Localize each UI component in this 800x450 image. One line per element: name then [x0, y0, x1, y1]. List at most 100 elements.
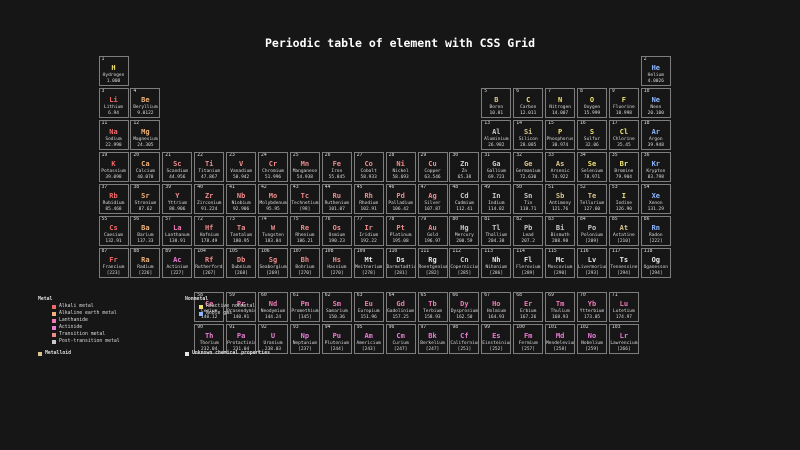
element-cell-rh[interactable]: 45 Rh Rhodium 102.91 — [353, 184, 384, 214]
element-cell-mn[interactable]: 25 Mn Manganese 54.938 — [289, 152, 320, 182]
element-cell-zn[interactable]: 30 Zn Zn 65.38 — [449, 152, 480, 182]
element-cell-ag[interactable]: 47 Ag Silver 107.87 — [417, 184, 448, 214]
element-cell-mg[interactable]: 12 Mg Magnesium 24.305 — [130, 120, 161, 150]
element-cell-ti[interactable]: 22 Ti Titanium 47.867 — [194, 152, 225, 182]
element-cell-sn[interactable]: 50 Sn Tin 118.71 — [513, 184, 544, 214]
element-cell-nb[interactable]: 41 Nb Niobium 92.906 — [226, 184, 257, 214]
element-cell-as[interactable]: 33 As Arsenic 74.922 — [545, 152, 576, 182]
element-cell-pt[interactable]: 78 Pt Platinum 195.08 — [385, 216, 416, 246]
element-cell-ca[interactable]: 20 Ca Calcium 40.078 — [130, 152, 161, 182]
element-cell-bi[interactable]: 83 Bi Bismuth 208.98 — [545, 216, 576, 246]
element-cell-cd[interactable]: 48 Cd Cadmium 112.41 — [449, 184, 480, 214]
element-cell-ds[interactable]: 110 DsDarmstadtium[281] — [385, 248, 416, 278]
element-cell-ra[interactable]: 88 Ra Radium [226] — [130, 248, 161, 278]
element-cell-cn[interactable]: 112 Cn Copernicium [285] — [449, 248, 480, 278]
element-cell-mo[interactable]: 42 Mo Molybdenum 95.95 — [258, 184, 288, 214]
element-cell-hg[interactable]: 80 Hg Mercury 200.59 — [449, 216, 480, 246]
element-cell-y[interactable]: 39 Y Yttrium 88.906 — [162, 184, 193, 214]
element-cell-be[interactable]: 4 Be Beryllium 9.0122 — [130, 88, 161, 118]
element-cell-ta[interactable]: 73 Ta Tantalum 180.95 — [226, 216, 257, 246]
element-cell-xe[interactable]: 54 Xe Xenon 131.29 — [640, 184, 671, 214]
element-cell-lr[interactable]: 103 Lr Lawrencium [266] — [608, 324, 639, 354]
element-cell-lu[interactable]: 71 Lu Lutetium 174.97 — [608, 292, 639, 322]
element-cell-te[interactable]: 52 Te Tellurium 127.60 — [577, 184, 607, 214]
element-cell-cf[interactable]: 98 Cf Californium [251] — [449, 324, 480, 354]
element-cell-v[interactable]: 23 V Vanadium 50.942 — [226, 152, 257, 182]
element-cell-fe[interactable]: 26 Fe Iron 55.845 — [321, 152, 352, 182]
element-cell-rn[interactable]: 86 Rn Radon [222] — [640, 216, 671, 246]
element-cell-at[interactable]: 85 At Astatine [210] — [608, 216, 639, 246]
element-cell-ts[interactable]: 117 Ts Tennessine [294] — [608, 248, 639, 278]
element-cell-ni[interactable]: 28 Ni Nickel 58.693 — [385, 152, 416, 182]
element-cell-po[interactable]: 84 Po Polonium [209] — [577, 216, 607, 246]
element-cell-fr[interactable]: 87 Fr Francium [223] — [98, 248, 129, 278]
element-cell-sb[interactable]: 51 Sb Antimony 121.76 — [545, 184, 576, 214]
element-cell-h[interactable]: 1 H Hydrogen 1.008 — [98, 56, 129, 86]
element-cell-he[interactable]: 2 He Helium 4.0026 — [640, 56, 671, 86]
element-cell-pm[interactable]: 61 Pm Promethium [145] — [289, 292, 320, 322]
element-cell-rf[interactable]: 104 RfRutherfordium[267] — [194, 248, 225, 278]
element-cell-o[interactable]: 8 O Oxygen 15.999 — [577, 88, 607, 118]
element-cell-mt[interactable]: 109 Mt Meitnerium [278] — [353, 248, 384, 278]
element-cell-au[interactable]: 79 Au Gold 196.97 — [417, 216, 448, 246]
element-cell-am[interactable]: 95 Am Americium [243] — [353, 324, 384, 354]
element-cell-np[interactable]: 93 Np Neptunium [237] — [289, 324, 320, 354]
element-cell-er[interactable]: 68 Er Erbium 167.26 — [513, 292, 544, 322]
element-cell-la[interactable]: 57 La Lanthanum 138.91 — [162, 216, 193, 246]
element-cell-cm[interactable]: 96 Cm Curium [247] — [385, 324, 416, 354]
element-cell-ne[interactable]: 10 Ne Neon 20.180 — [640, 88, 671, 118]
element-cell-w[interactable]: 74 W Tungsten 183.84 — [258, 216, 288, 246]
element-cell-zr[interactable]: 40 Zr Zirconium 91.224 — [194, 184, 225, 214]
element-cell-al[interactable]: 13 Al Aluminium 26.982 — [481, 120, 512, 150]
element-cell-bh[interactable]: 107 Bh Bohrium [270] — [289, 248, 320, 278]
element-cell-sg[interactable]: 106 Sg Seaborgium [269] — [258, 248, 288, 278]
element-cell-tm[interactable]: 69 Tm Thulium 168.93 — [545, 292, 576, 322]
element-cell-bk[interactable]: 97 Bk Berkelium [247] — [417, 324, 448, 354]
element-cell-eu[interactable]: 63 Eu Europium 151.96 — [353, 292, 384, 322]
element-cell-cs[interactable]: 55 Cs Caesium 132.91 — [98, 216, 129, 246]
element-cell-cu[interactable]: 29 Cu Copper 63.546 — [417, 152, 448, 182]
element-cell-pu[interactable]: 94 Pu Plutonium [244] — [321, 324, 352, 354]
element-cell-db[interactable]: 105 Db Dubnium [268] — [226, 248, 257, 278]
element-cell-kr[interactable]: 36 Kr Krypton 83.798 — [640, 152, 671, 182]
element-cell-tc[interactable]: 43 Tc Technetium [98] — [289, 184, 320, 214]
element-cell-ar[interactable]: 18 Ar Argon 39.948 — [640, 120, 671, 150]
element-cell-i[interactable]: 53 I Iodine 126.90 — [608, 184, 639, 214]
element-cell-ru[interactable]: 44 Ru Ruthenium 101.07 — [321, 184, 352, 214]
element-cell-hf[interactable]: 72 Hf Hafnium 178.49 — [194, 216, 225, 246]
element-cell-hs[interactable]: 108 Hs Hassium [270] — [321, 248, 352, 278]
element-cell-ac[interactable]: 89 Ac Actinium [227] — [162, 248, 193, 278]
element-cell-fl[interactable]: 114 Fl Flerovium [289] — [513, 248, 544, 278]
element-cell-ba[interactable]: 56 Ba Barium 137.33 — [130, 216, 161, 246]
element-cell-pb[interactable]: 82 Pb Lead 207.2 — [513, 216, 544, 246]
element-cell-rg[interactable]: 111 Rg Roentgenium [282] — [417, 248, 448, 278]
element-cell-b[interactable]: 5 B Boron 10.81 — [481, 88, 512, 118]
element-cell-og[interactable]: 118 Og Oganesson [294] — [640, 248, 671, 278]
element-cell-no[interactable]: 102 No Nobelium [259] — [577, 324, 607, 354]
element-cell-os[interactable]: 76 Os Osmium 190.23 — [321, 216, 352, 246]
element-cell-md[interactable]: 101 Md Mendelevium [258] — [545, 324, 576, 354]
element-cell-cl[interactable]: 17 Cl Chlorine 35.45 — [608, 120, 639, 150]
element-cell-nh[interactable]: 113 Nh Nihonium [286] — [481, 248, 512, 278]
element-cell-ge[interactable]: 32 Ge Germanium 72.630 — [513, 152, 544, 182]
element-cell-na[interactable]: 11 Na Sodium 22.990 — [98, 120, 129, 150]
element-cell-p[interactable]: 15 P Phosphorus 30.974 — [545, 120, 576, 150]
element-cell-dy[interactable]: 66 Dy Dysprosium 162.50 — [449, 292, 480, 322]
element-cell-sr[interactable]: 38 Sr Stronium 87.62 — [130, 184, 161, 214]
element-cell-es[interactable]: 99 Es Einsteinium [252] — [481, 324, 512, 354]
element-cell-mc[interactable]: 115 Mc Moscovium [290] — [545, 248, 576, 278]
element-cell-li[interactable]: 3 Li Lithium 6.94 — [98, 88, 129, 118]
element-cell-si[interactable]: 14 Si Silicon 28.085 — [513, 120, 544, 150]
element-cell-ga[interactable]: 31 Ga Gallium 69.723 — [481, 152, 512, 182]
element-cell-gd[interactable]: 64 Gd Gadolinium 157.25 — [385, 292, 416, 322]
element-cell-rb[interactable]: 37 Rb Rubidium 85.468 — [98, 184, 129, 214]
element-cell-re[interactable]: 75 Re Rhenium 186.21 — [289, 216, 320, 246]
element-cell-k[interactable]: 19 K Potassium 39.098 — [98, 152, 129, 182]
element-cell-sc[interactable]: 21 Sc Scandium 44.956 — [162, 152, 193, 182]
element-cell-tl[interactable]: 81 Tl Thallium 204.38 — [481, 216, 512, 246]
element-cell-ho[interactable]: 67 Ho Holmium 164.93 — [481, 292, 512, 322]
element-cell-tb[interactable]: 65 Tb Terbium 158.93 — [417, 292, 448, 322]
element-cell-br[interactable]: 35 Br Bromine 79.904 — [608, 152, 639, 182]
element-cell-co[interactable]: 27 Co Cobalt 58.933 — [353, 152, 384, 182]
element-cell-se[interactable]: 34 Se Selenium 78.971 — [577, 152, 607, 182]
